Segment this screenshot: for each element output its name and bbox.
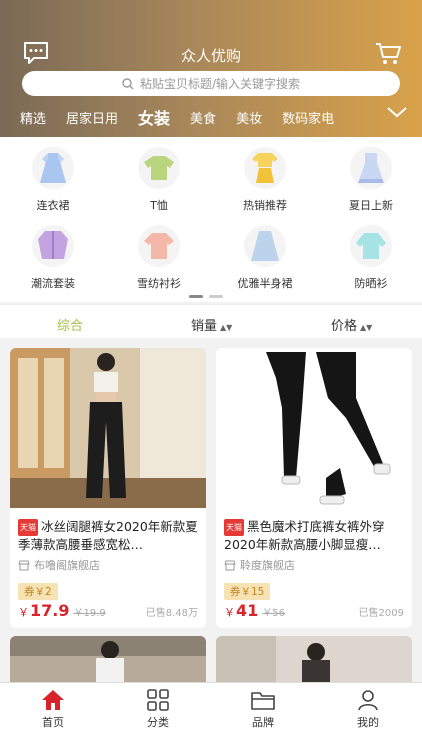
category-tabs: 精选 居家日用 女装 美食 美妆 数码家电 [0,104,422,130]
currency-symbol: ￥ [18,606,29,619]
tmall-badge: 天猫 [18,519,38,536]
product-image [216,348,412,508]
price-value: 41 [236,601,259,620]
tab-home-goods[interactable]: 居家日用 [66,108,118,127]
price-value: 17.9 [30,601,70,620]
tab-home[interactable]: 首页 [23,689,83,730]
folder-icon [251,692,275,710]
sort-arrows-icon: ▲▼ [360,323,373,332]
original-price: ￥19.9 [73,608,106,619]
page-indicator [189,295,223,298]
subcategory-label: 防晒衫 [354,277,388,290]
tshirt-icon [144,156,174,180]
shop-icon [18,560,30,570]
hot-outfit-icon [252,153,278,183]
search-input[interactable]: 粘贴宝贝标题/输入关键字搜索 [22,71,400,96]
shop-icon [224,560,236,570]
product-image [10,348,206,508]
subcategory-label: 优雅半身裙 [237,277,293,290]
tab-brand[interactable]: 品牌 [233,689,293,730]
search-icon [122,77,134,89]
product-card[interactable]: 天猫 黑色魔术打底裤女裤外穿2020年新款高腰小脚显瘦… 聆度旗舰店 券￥15 ￥… [216,348,412,628]
product-image [216,636,412,686]
tab-label: 品牌 [252,716,274,729]
sold-count: 已售2009 [358,608,404,619]
sort-bar: 综合 销量 ▲▼ 价格 ▲▼ [0,304,422,338]
coupon-badge: 券￥15 [224,583,271,600]
home-icon [42,690,64,710]
subcategory-chiffon[interactable]: 雪纺衬衫 [106,225,212,291]
shop-name: 布噜阁旗舰店 [34,559,100,572]
tab-featured[interactable]: 精选 [20,108,46,127]
currency-symbol: ￥ [224,606,235,619]
sort-sales[interactable]: 销量 ▲▼ [191,315,232,334]
subcategory-label: 潮流套装 [31,277,75,290]
sort-price-label: 价格 [331,319,358,334]
subcategory-skirt[interactable]: 优雅半身裙 [212,225,318,291]
suit-icon [38,231,68,259]
chevron-down-icon[interactable] [386,105,408,119]
search-placeholder: 粘贴宝贝标题/输入关键字搜索 [139,77,301,91]
price-row: ￥41 ￥56 已售2009 [224,601,404,620]
bottom-tab-bar: 首页 分类 品牌 我的 [0,682,422,750]
chiffon-shirt-icon [144,233,174,259]
tab-label: 首页 [42,716,64,729]
price-row: ￥17.9 ￥19.9 已售8.48万 [18,601,198,620]
summer-dress-icon [358,153,384,183]
subcategory-label: 热销推荐 [243,199,287,212]
subcategory-summer[interactable]: 夏日上新 [318,147,422,213]
shop-row: 布噜阁旗舰店 [10,552,206,573]
user-icon [358,690,378,711]
product-title-text: 冰丝阔腿裤女2020年新款夏季薄款高腰垂感宽松… [18,519,198,552]
tab-electronics[interactable]: 数码家电 [282,108,334,127]
sort-sales-label: 销量 [191,319,218,334]
price: ￥17.9 [18,601,69,620]
tab-label: 分类 [147,716,169,729]
sort-price[interactable]: 价格 ▲▼ [331,315,372,334]
subcategory-tshirt[interactable]: T恤 [106,147,212,213]
coupon-badge: 券￥2 [18,583,58,600]
header: 众人优购 粘贴宝贝标题/输入关键字搜索 精选 居家日用 女装 美食 美妆 数码家… [0,0,422,137]
subcategory-hot[interactable]: 热销推荐 [212,147,318,213]
price: ￥41 [224,601,258,620]
tab-beauty[interactable]: 美妆 [236,108,262,127]
subcategory-grid: 连衣裙 T恤 热销推荐 夏日上新 潮流套装 雪纺衬衫 优雅半身裙 防晒衫 [0,137,422,302]
skirt-icon [251,231,279,261]
product-image [10,636,206,686]
app-title: 众人优购 [180,47,241,65]
subcategory-sunshirt[interactable]: 防晒衫 [318,225,422,291]
product-title: 天猫 冰丝阔腿裤女2020年新款夏季薄款高腰垂感宽松… [10,512,206,552]
tmall-badge: 天猫 [224,519,244,536]
tab-mine[interactable]: 我的 [338,689,398,730]
tab-food[interactable]: 美食 [190,108,216,127]
subcategory-label: 连衣裙 [36,199,70,212]
sold-count: 已售8.48万 [145,608,198,619]
sort-arrows-icon: ▲▼ [220,323,233,332]
subcategory-dress[interactable]: 连衣裙 [0,147,106,213]
subcategory-suit[interactable]: 潮流套装 [0,225,106,291]
product-title: 天猫 黑色魔术打底裤女裤外穿2020年新款高腰小脚显瘦… [216,512,412,552]
subcategory-label: T恤 [150,199,168,212]
shop-row: 聆度旗舰店 [216,552,412,573]
shop-name: 聆度旗舰店 [240,559,295,572]
subcategory-label: 夏日上新 [349,199,393,212]
category-grid-icon [147,689,169,711]
cart-icon[interactable] [374,40,402,66]
product-card[interactable]: 天猫 冰丝阔腿裤女2020年新款夏季薄款高腰垂感宽松… 布噜阁旗舰店 券￥2 ￥1… [10,348,206,628]
tab-womens-wear[interactable]: 女装 [138,105,170,129]
tab-category[interactable]: 分类 [128,689,188,730]
subcategory-label: 雪纺衬衫 [137,277,181,290]
sun-shirt-icon [356,233,386,259]
sort-comprehensive[interactable]: 综合 [57,315,83,334]
product-title-text: 黑色魔术打底裤女裤外穿2020年新款高腰小脚显瘦… [224,519,385,552]
tab-label: 我的 [357,716,379,729]
original-price: ￥56 [262,608,285,619]
dress-icon [40,153,66,183]
